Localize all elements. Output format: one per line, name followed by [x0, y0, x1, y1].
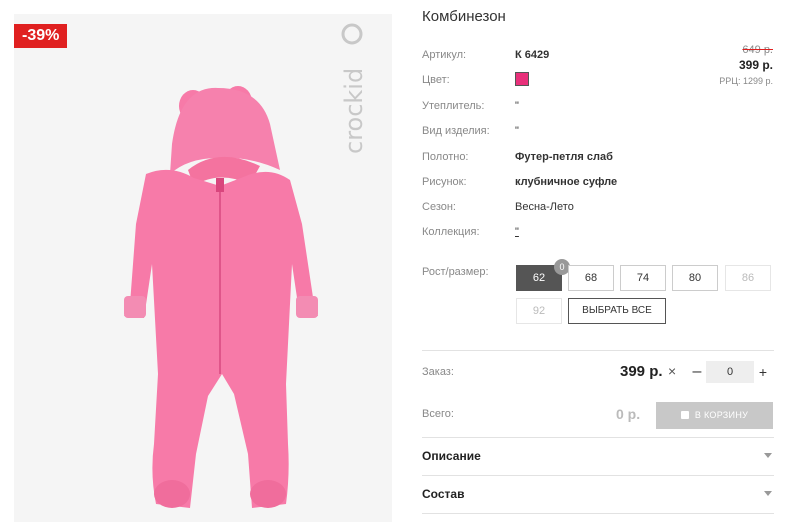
collection-link[interactable]: "	[515, 226, 519, 238]
spec-value: "	[515, 125, 519, 137]
size-option-74[interactable]: 74	[620, 265, 666, 291]
spec-value: "	[515, 100, 519, 112]
product-jumpsuit-image	[124, 86, 318, 508]
spec-label: Сезон:	[422, 201, 456, 213]
increase-quantity-button[interactable]: +	[756, 362, 770, 382]
crockid-logo-icon: crockid	[340, 23, 368, 154]
decrease-quantity-button[interactable]: –	[690, 362, 704, 382]
spec-insulation: Утеплитель: "	[422, 100, 722, 118]
quantity-input[interactable]	[706, 361, 754, 383]
spec-label: Цвет:	[422, 74, 450, 86]
total-label: Всего:	[422, 408, 454, 420]
times-icon: ×	[668, 363, 677, 379]
divider	[422, 475, 774, 476]
spec-label: Вид изделия:	[422, 125, 490, 137]
spec-label: Полотно:	[422, 151, 469, 163]
current-price: 399 р.	[738, 58, 773, 72]
discount-badge: -39%	[14, 24, 68, 48]
spec-season: Сезон: Весна-Лето	[422, 201, 722, 219]
spec-value: клубничное суфле	[515, 176, 618, 188]
divider	[422, 437, 774, 438]
accordion-composition[interactable]: Состав	[422, 487, 774, 507]
spec-label: Коллекция:	[422, 226, 480, 238]
order-label: Заказ:	[422, 366, 454, 378]
spec-label: Рисунок:	[422, 176, 467, 188]
spec-type: Вид изделия: "	[422, 125, 722, 143]
spec-article: Артикул: К 6429	[422, 49, 722, 67]
cart-icon	[680, 411, 689, 419]
size-option-92: 92	[516, 298, 562, 324]
spec-label: Артикул:	[422, 49, 467, 61]
size-option-68[interactable]: 68	[568, 265, 614, 291]
size-option-80[interactable]: 80	[672, 265, 718, 291]
recommended-retail-price: РРЦ: 1299 р.	[719, 76, 773, 86]
spec-color: Цвет:	[422, 72, 722, 92]
add-to-cart-button[interactable]: В КОРЗИНУ	[656, 402, 773, 429]
size-option-86: 86	[725, 265, 771, 291]
spec-pattern: Рисунок: клубничное суфле	[422, 176, 722, 194]
spec-value: Весна-Лето	[515, 201, 574, 213]
divider	[422, 350, 774, 351]
spec-value: К 6429	[515, 49, 550, 61]
divider	[422, 513, 774, 514]
spec-value: Футер-петля слаб	[515, 151, 613, 163]
spec-collection: Коллекция: "	[422, 226, 722, 244]
accordion-description[interactable]: Описание	[422, 449, 774, 469]
accordion-title: Описание	[422, 449, 481, 463]
product-title: Комбинезон	[422, 8, 506, 25]
accordion-title: Состав	[422, 487, 465, 501]
chevron-down-icon	[764, 453, 772, 458]
product-image[interactable]	[14, 14, 392, 522]
order-price: 399 р.	[620, 363, 663, 380]
chevron-down-icon	[764, 491, 772, 496]
select-all-sizes-button[interactable]: ВЫБРАТЬ ВСЕ	[568, 298, 666, 324]
sizes-label: Рост/размер:	[422, 266, 489, 278]
total-value: 0 р.	[616, 406, 641, 422]
spec-label: Утеплитель:	[422, 100, 485, 112]
svg-text:crockid: crockid	[340, 68, 368, 154]
old-price: 649 р.	[742, 44, 773, 56]
spec-fabric: Полотно: Футер-петля слаб	[422, 151, 722, 169]
add-to-cart-label: В КОРЗИНУ	[694, 410, 749, 420]
color-swatch[interactable]	[515, 72, 529, 86]
